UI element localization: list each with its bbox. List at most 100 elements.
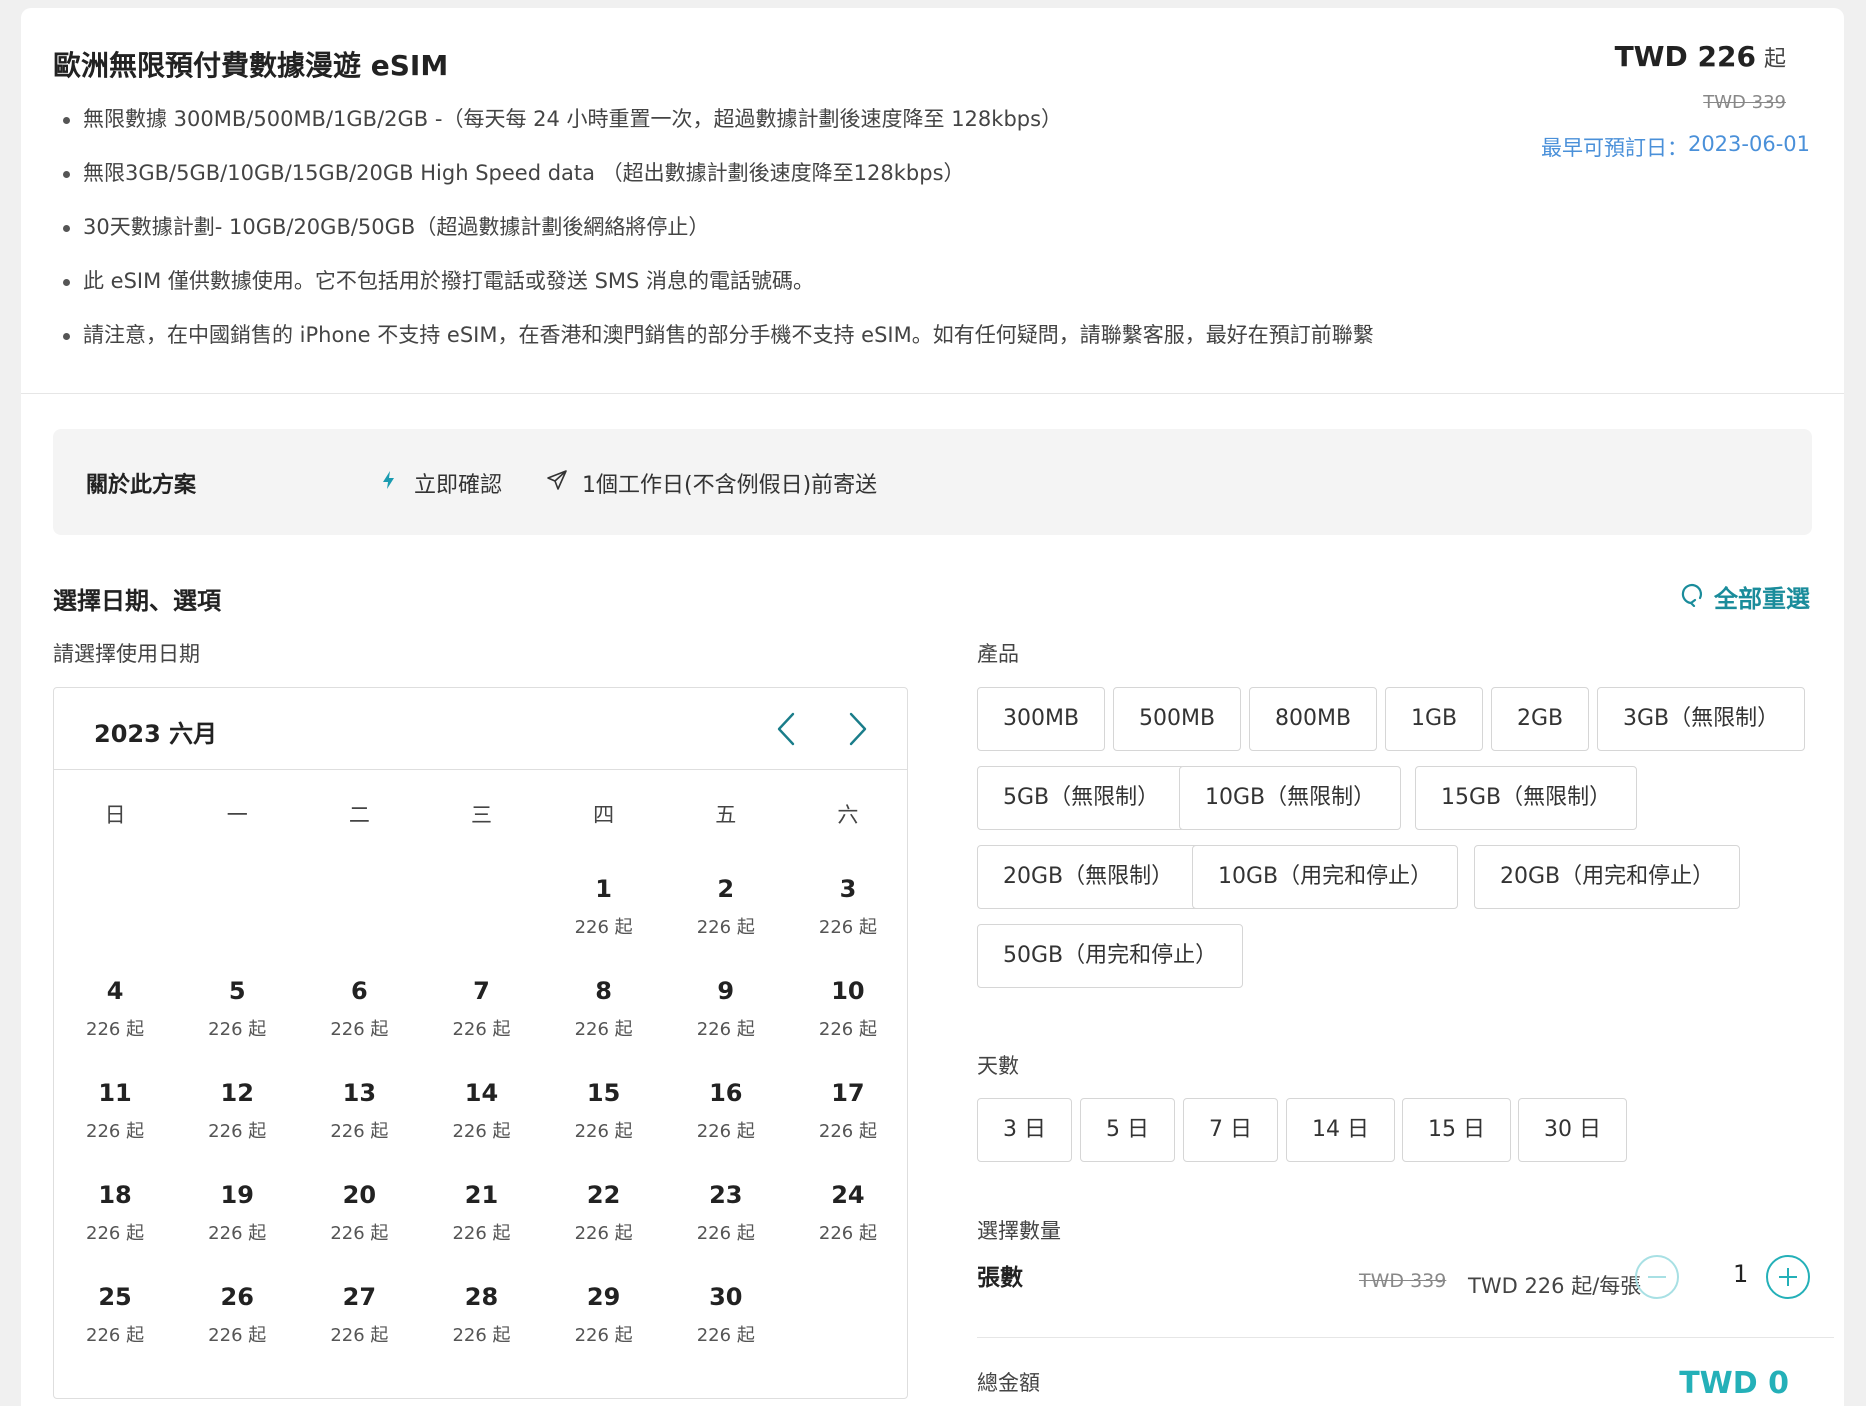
calendar-day[interactable]: 28 226 起 [420, 1267, 542, 1369]
decrease-quantity-button[interactable] [1634, 1254, 1680, 1300]
calendar-day[interactable]: 30 226 起 [665, 1267, 787, 1369]
calendar-day-price: 226 起 [86, 1223, 145, 1244]
product-option[interactable]: 10GB（無限制） [1179, 766, 1402, 830]
calendar-day-price: 226 起 [696, 1223, 755, 1244]
calendar-day[interactable]: 29 226 起 [543, 1267, 665, 1369]
product-option[interactable]: 800MB [1249, 687, 1378, 751]
calendar-day-price: 226 起 [696, 1121, 755, 1142]
product-option[interactable]: 20GB（用完和停止） [1474, 845, 1741, 909]
product-option[interactable]: 300MB [977, 687, 1106, 751]
calendar-empty-cell [298, 859, 420, 961]
date-calendar: 2023 六月 日 一 二 三 四 五 六 1 226 起 2 226 起 3 226 起… [53, 687, 908, 1399]
calendar-day-number: 5 [228, 977, 246, 1005]
calendar-day-number: 20 [342, 1181, 377, 1209]
product-option[interactable]: 5GB（無限制） [977, 766, 1186, 830]
calendar-day-number: 2 [717, 875, 735, 903]
product-card: 歐洲無限預付費數據漫遊 eSIM 無限數據 300MB/500MB/1GB/2G… [21, 8, 1844, 1406]
feature-item: 請注意，在中國銷售的 iPhone 不支持 eSIM，在香港和澳門銷售的部分手機… [53, 320, 1374, 374]
minus-icon [1635, 1255, 1679, 1299]
calendar-day-price: 226 起 [574, 917, 633, 938]
calendar-day-price: 226 起 [574, 1121, 633, 1142]
prev-month-button[interactable] [769, 710, 805, 748]
days-option[interactable]: 30 日 [1518, 1098, 1627, 1162]
days-option[interactable]: 7 日 [1183, 1098, 1278, 1162]
days-option[interactable]: 5 日 [1080, 1098, 1175, 1162]
calendar-day-number: 26 [220, 1283, 254, 1311]
calendar-empty-cell [54, 859, 176, 961]
calendar-day-number: 6 [351, 977, 368, 1005]
delivery-label: 1個工作日(不含例假日)前寄送 [582, 473, 878, 498]
reset-all-button[interactable]: 全部重選 [1680, 579, 1810, 614]
product-option[interactable]: 15GB（無限制） [1415, 766, 1638, 830]
calendar-day[interactable]: 8 226 起 [543, 961, 665, 1063]
calendar-day[interactable]: 1 226 起 [543, 859, 665, 961]
calendar-day-number: 14 [464, 1079, 499, 1107]
calendar-day-number: 30 [709, 1283, 743, 1311]
calendar-day[interactable]: 9 226 起 [665, 961, 787, 1063]
calendar-day[interactable]: 15 226 起 [543, 1063, 665, 1165]
calendar-day[interactable]: 5 226 起 [176, 961, 298, 1063]
calendar-month: 2023 六月 [94, 720, 218, 748]
calendar-day[interactable]: 22 226 起 [543, 1165, 665, 1267]
calendar-day[interactable]: 17 226 起 [787, 1063, 909, 1165]
calendar-day[interactable]: 23 226 起 [665, 1165, 787, 1267]
next-month-button[interactable] [839, 710, 875, 748]
reset-icon [1680, 581, 1706, 613]
calendar-day[interactable]: 21 226 起 [420, 1165, 542, 1267]
calendar-day-price: 226 起 [330, 1223, 389, 1244]
about-plan-bar: 關於此方案 立即確認 1個工作日(不含例假日)前寄送 [53, 429, 1812, 535]
calendar-day[interactable]: 19 226 起 [176, 1165, 298, 1267]
product-option[interactable]: 500MB [1113, 687, 1242, 751]
calendar-day-number: 24 [831, 1181, 865, 1209]
total-value: TWD 0 [1679, 1366, 1789, 1401]
calendar-day[interactable]: 10 226 起 [787, 961, 909, 1063]
calendar-day[interactable]: 24 226 起 [787, 1165, 909, 1267]
calendar-day[interactable]: 20 226 起 [298, 1165, 420, 1267]
days-option[interactable]: 14 日 [1286, 1098, 1395, 1162]
calendar-day[interactable]: 7 226 起 [420, 961, 542, 1063]
product-option[interactable]: 2GB [1491, 687, 1590, 751]
product-option[interactable]: 10GB（用完和停止） [1192, 845, 1459, 909]
section-title: 選擇日期、選項 [53, 587, 221, 615]
quantity-original-price: TWD 339 [1359, 1270, 1447, 1292]
total-label: 總金額 [977, 1371, 1040, 1395]
calendar-day[interactable]: 6 226 起 [298, 961, 420, 1063]
calendar-day[interactable]: 2 226 起 [665, 859, 787, 961]
calendar-day[interactable]: 18 226 起 [54, 1165, 176, 1267]
product-option[interactable]: 1GB [1385, 687, 1484, 751]
calendar-day[interactable]: 26 226 起 [176, 1267, 298, 1369]
calendar-day-price: 226 起 [818, 1121, 877, 1142]
increase-quantity-button[interactable] [1765, 1254, 1811, 1300]
delivery-info: 1個工作日(不含例假日)前寄送 [546, 467, 877, 499]
calendar-day[interactable]: 27 226 起 [298, 1267, 420, 1369]
product-option[interactable]: 3GB（無限制） [1597, 687, 1806, 751]
days-option[interactable]: 15 日 [1402, 1098, 1511, 1162]
calendar-day[interactable]: 25 226 起 [54, 1267, 176, 1369]
calendar-day-number: 27 [342, 1283, 377, 1311]
divider [977, 1337, 1834, 1338]
date-label: 請選擇使用日期 [53, 642, 200, 666]
calendar-day[interactable]: 3 226 起 [787, 859, 909, 961]
days-option[interactable]: 3 日 [977, 1098, 1072, 1162]
calendar-day[interactable]: 4 226 起 [54, 961, 176, 1063]
reset-label: 全部重選 [1714, 585, 1810, 613]
calendar-day-price: 226 起 [696, 1019, 755, 1040]
chevron-right-icon [849, 712, 867, 746]
earliest-label: 最早可預訂日： [1540, 136, 1688, 160]
product-option[interactable]: 20GB（無限制） [977, 845, 1200, 909]
calendar-day[interactable]: 11 226 起 [54, 1063, 176, 1165]
calendar-day[interactable]: 13 226 起 [298, 1063, 420, 1165]
calendar-day[interactable]: 16 226 起 [665, 1063, 787, 1165]
weekday-label: 六 [837, 803, 859, 827]
chevron-left-icon [777, 712, 795, 746]
calendar-day-number: 8 [595, 977, 612, 1005]
weekday-label: 三 [470, 803, 492, 827]
earliest-date: 2023-06-01 [1687, 132, 1810, 156]
quantity-value: 1 [1733, 1260, 1749, 1288]
calendar-day[interactable]: 12 226 起 [176, 1063, 298, 1165]
product-label: 產品 [977, 642, 1019, 666]
product-option[interactable]: 50GB（用完和停止） [977, 924, 1244, 988]
calendar-day[interactable]: 14 226 起 [420, 1063, 542, 1165]
calendar-grid: 日 一 二 三 四 五 六 1 226 起 2 226 起 3 226 起 4 226 起 5 2… [54, 771, 909, 1369]
calendar-day-number: 21 [464, 1181, 499, 1209]
